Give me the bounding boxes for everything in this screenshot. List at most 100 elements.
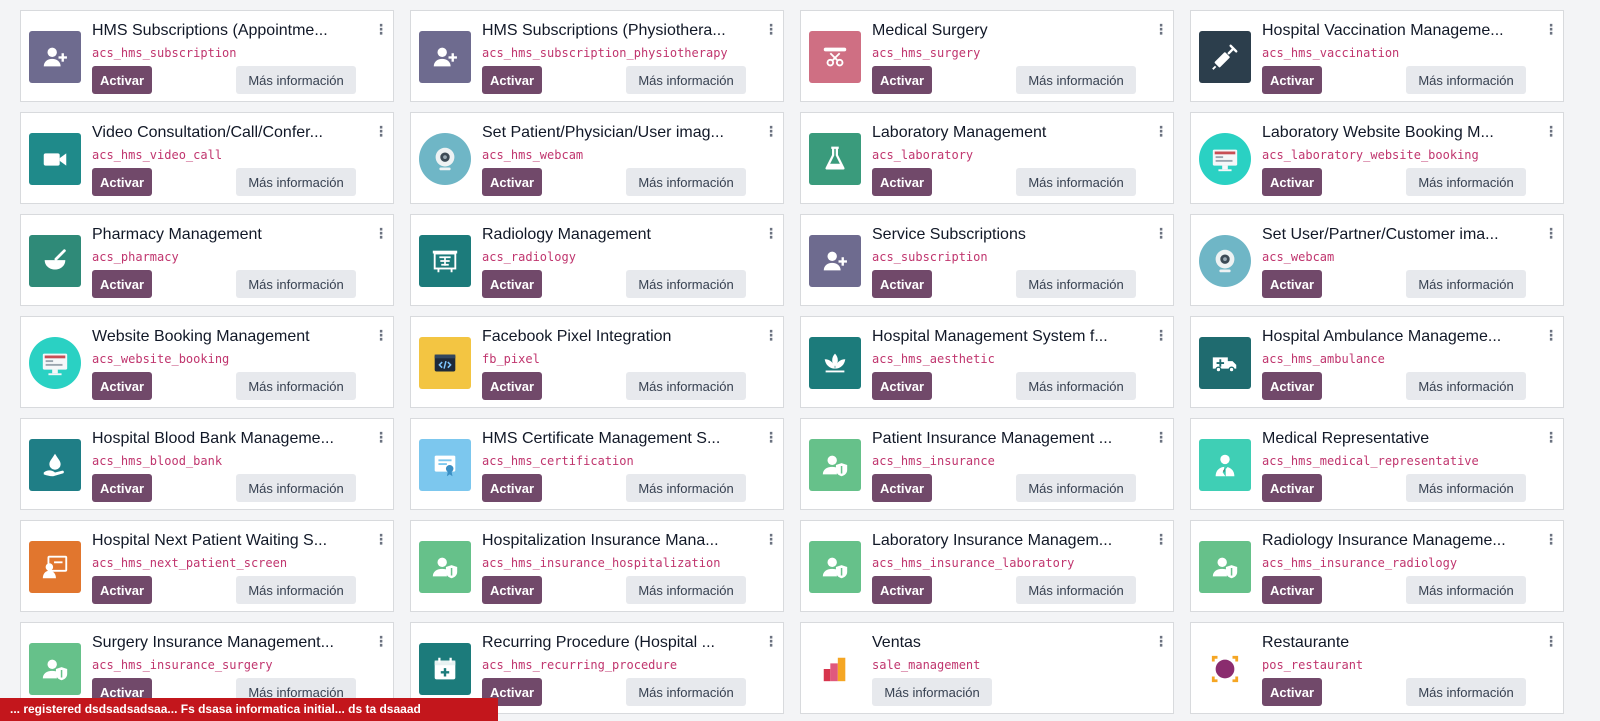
more-info-button[interactable]: Más información (1016, 66, 1136, 94)
activate-button[interactable]: Activar (1262, 372, 1322, 400)
app-technical-name: acs_hms_next_patient_screen (92, 556, 288, 570)
activate-button[interactable]: Activar (482, 66, 542, 94)
activate-button[interactable]: Activar (92, 168, 152, 196)
more-info-button[interactable]: Más información (1016, 576, 1136, 604)
more-info-button[interactable]: Más información (1406, 372, 1526, 400)
more-options-icon[interactable]: ⋮ (764, 21, 778, 37)
more-info-button[interactable]: Más información (626, 678, 746, 706)
activate-button[interactable]: Activar (872, 372, 932, 400)
app-card-acs-hms-insurance-hospitalization: Hospitalization Insurance Mana... acs_hm… (410, 520, 784, 612)
activate-button[interactable]: Activar (482, 474, 542, 502)
activate-button[interactable]: Activar (92, 270, 152, 298)
more-info-button[interactable]: Más información (1406, 66, 1526, 94)
more-options-icon[interactable]: ⋮ (1544, 633, 1558, 649)
activate-button[interactable]: Activar (92, 576, 152, 604)
syringe-icon (1199, 31, 1251, 83)
more-options-icon[interactable]: ⋮ (1544, 225, 1558, 241)
more-options-icon[interactable]: ⋮ (1154, 21, 1168, 37)
more-options-icon[interactable]: ⋮ (374, 123, 388, 139)
more-options-icon[interactable]: ⋮ (1154, 531, 1168, 547)
more-options-icon[interactable]: ⋮ (1154, 327, 1168, 343)
more-options-icon[interactable]: ⋮ (1154, 429, 1168, 445)
app-technical-name: acs_hms_blood_bank (92, 454, 223, 468)
more-info-button[interactable]: Más información (626, 66, 746, 94)
more-options-icon[interactable]: ⋮ (764, 429, 778, 445)
more-options-icon[interactable]: ⋮ (374, 531, 388, 547)
app-title: Laboratory Website Booking M... (1262, 124, 1494, 141)
app-card-acs-hms-certification: HMS Certificate Management S... acs_hms_… (410, 418, 784, 510)
activate-button[interactable]: Activar (92, 66, 152, 94)
more-options-icon[interactable]: ⋮ (374, 633, 388, 649)
more-info-button[interactable]: Más información (1016, 372, 1136, 400)
activate-button[interactable]: Activar (482, 168, 542, 196)
more-info-button[interactable]: Más información (1016, 270, 1136, 298)
more-options-icon[interactable]: ⋮ (1154, 633, 1168, 649)
app-title: Radiology Insurance Manageme... (1262, 532, 1506, 549)
activate-button[interactable]: Activar (872, 474, 932, 502)
app-title: Hospital Blood Bank Manageme... (92, 430, 334, 447)
more-options-icon[interactable]: ⋮ (1544, 123, 1558, 139)
activate-button[interactable]: Activar (92, 474, 152, 502)
monitor-booking-icon (29, 337, 81, 389)
more-options-icon[interactable]: ⋮ (374, 327, 388, 343)
activate-button[interactable]: Activar (482, 576, 542, 604)
more-options-icon[interactable]: ⋮ (764, 327, 778, 343)
activate-button[interactable]: Activar (1262, 678, 1322, 706)
more-options-icon[interactable]: ⋮ (1154, 123, 1168, 139)
more-info-button[interactable]: Más información (236, 270, 356, 298)
more-info-button[interactable]: Más información (1406, 270, 1526, 298)
more-options-icon[interactable]: ⋮ (1544, 21, 1558, 37)
more-options-icon[interactable]: ⋮ (374, 429, 388, 445)
more-options-icon[interactable]: ⋮ (764, 225, 778, 241)
more-info-button[interactable]: Más información (626, 168, 746, 196)
more-info-button[interactable]: Más información (626, 270, 746, 298)
more-options-icon[interactable]: ⋮ (1544, 429, 1558, 445)
ambulance-icon (1199, 337, 1251, 389)
app-title: Hospital Next Patient Waiting S... (92, 532, 328, 549)
more-info-button[interactable]: Más información (1406, 576, 1526, 604)
more-info-button[interactable]: Más información (236, 66, 356, 94)
more-options-icon[interactable]: ⋮ (1544, 327, 1558, 343)
more-info-button[interactable]: Más información (1016, 168, 1136, 196)
webcam-icon (419, 133, 471, 185)
app-title: Medical Surgery (872, 22, 988, 39)
more-options-icon[interactable]: ⋮ (1544, 531, 1558, 547)
activate-button[interactable]: Activar (1262, 168, 1322, 196)
activate-button[interactable]: Activar (482, 270, 542, 298)
more-info-button[interactable]: Más información (236, 168, 356, 196)
calendar-plus-icon (419, 643, 471, 695)
more-info-button[interactable]: Más información (236, 372, 356, 400)
more-info-button[interactable]: Más información (626, 474, 746, 502)
activate-button[interactable]: Activar (482, 372, 542, 400)
more-info-button[interactable]: Más información (1016, 474, 1136, 502)
app-title: Hospital Management System f... (872, 328, 1108, 345)
app-card-acs-hms-insurance-radiology: Radiology Insurance Manageme... acs_hms_… (1190, 520, 1564, 612)
more-info-button[interactable]: Más información (1406, 678, 1526, 706)
more-info-button[interactable]: Más información (1406, 168, 1526, 196)
activate-button[interactable]: Activar (1262, 270, 1322, 298)
more-info-button[interactable]: Más información (236, 576, 356, 604)
more-options-icon[interactable]: ⋮ (764, 123, 778, 139)
app-title: Restaurante (1262, 634, 1350, 651)
more-options-icon[interactable]: ⋮ (764, 531, 778, 547)
more-options-icon[interactable]: ⋮ (374, 225, 388, 241)
activate-button[interactable]: Activar (872, 66, 932, 94)
more-info-button[interactable]: Más información (872, 678, 992, 706)
more-options-icon[interactable]: ⋮ (1154, 225, 1168, 241)
app-technical-name: acs_hms_surgery (872, 46, 981, 60)
activate-button[interactable]: Activar (92, 372, 152, 400)
more-info-button[interactable]: Más información (1406, 474, 1526, 502)
more-info-button[interactable]: Más información (236, 474, 356, 502)
more-info-button[interactable]: Más información (626, 372, 746, 400)
activate-button[interactable]: Activar (1262, 474, 1322, 502)
activate-button[interactable]: Activar (872, 168, 932, 196)
activate-button[interactable]: Activar (872, 270, 932, 298)
more-options-icon[interactable]: ⋮ (764, 633, 778, 649)
app-technical-name: acs_hms_recurring_procedure (482, 658, 678, 672)
activate-button[interactable]: Activar (1262, 66, 1322, 94)
more-info-button[interactable]: Más información (626, 576, 746, 604)
app-card-acs-website-booking: Website Booking Management acs_website_b… (20, 316, 394, 408)
more-options-icon[interactable]: ⋮ (374, 21, 388, 37)
activate-button[interactable]: Activar (872, 576, 932, 604)
activate-button[interactable]: Activar (1262, 576, 1322, 604)
